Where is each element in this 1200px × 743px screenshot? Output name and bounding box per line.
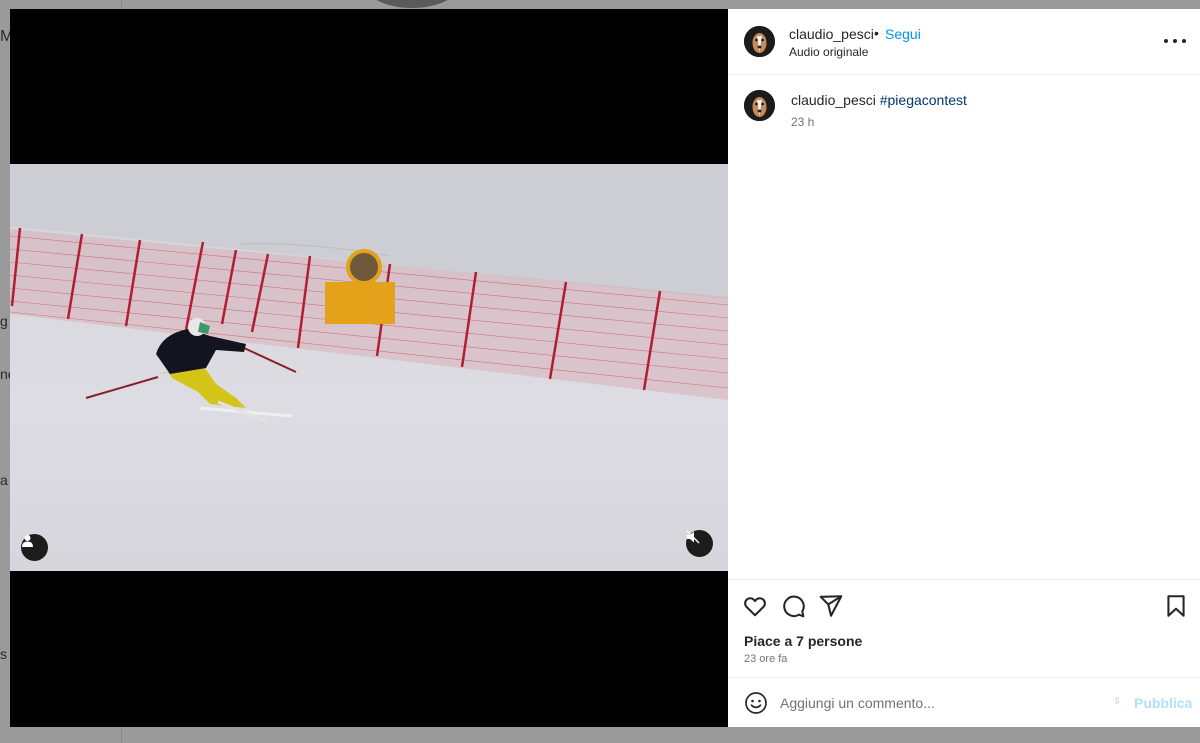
comment-bar: ⇳ Pubblica	[728, 677, 1200, 727]
comment-input[interactable]	[780, 690, 1100, 716]
speaker-muted-icon	[686, 530, 700, 544]
emoji-icon[interactable]	[744, 691, 768, 715]
more-options-icon[interactable]	[1164, 31, 1186, 51]
tagged-users-button[interactable]	[21, 534, 48, 561]
loading-spinner-icon: ⇳	[1113, 696, 1122, 707]
background-text-fragment: s	[0, 646, 7, 662]
post-modal: claudio_pesci • Segui Audio originale cl…	[10, 9, 1200, 727]
likes-count[interactable]: Piace a 7 persone	[744, 633, 862, 649]
snow-cannon-base	[325, 282, 395, 324]
video-player[interactable]	[10, 164, 728, 571]
author-username[interactable]: claudio_pesci	[789, 26, 874, 42]
bookmark-icon[interactable]	[1163, 593, 1189, 619]
caption: claudio_pesci #piegacontest	[791, 92, 967, 108]
user-icon	[22, 535, 33, 547]
background-text-fragment: a	[0, 472, 8, 488]
post-side-panel: claudio_pesci • Segui Audio originale cl…	[728, 9, 1200, 727]
dog-avatar-icon	[744, 90, 775, 121]
audio-link[interactable]: Audio originale	[789, 45, 868, 59]
caption-timestamp[interactable]: 23 h	[791, 115, 814, 129]
heart-icon[interactable]	[742, 593, 768, 619]
snow-cannon	[346, 249, 382, 285]
post-time-ago[interactable]: 23 ore fa	[744, 653, 787, 665]
media-container	[10, 9, 728, 727]
ski-scene	[10, 164, 728, 424]
caption-username[interactable]: claudio_pesci	[791, 92, 876, 108]
post-header: claudio_pesci • Segui Audio originale	[728, 9, 1200, 75]
publish-button[interactable]: Pubblica	[1134, 695, 1192, 711]
caption-avatar[interactable]	[744, 90, 775, 121]
dog-avatar-icon	[744, 26, 775, 57]
share-icon[interactable]	[818, 593, 844, 619]
author-avatar[interactable]	[744, 26, 775, 57]
comment-icon[interactable]	[780, 593, 806, 619]
post-actions: Piace a 7 persone 23 ore fa	[728, 579, 1200, 677]
caption-hashtag[interactable]: #piegacontest	[880, 92, 967, 108]
follow-button[interactable]: Segui	[885, 26, 921, 42]
separator-dot: •	[874, 25, 879, 41]
background-profile-avatar	[362, 0, 462, 8]
mute-button[interactable]	[686, 530, 713, 557]
background-text-fragment: g	[0, 313, 8, 329]
